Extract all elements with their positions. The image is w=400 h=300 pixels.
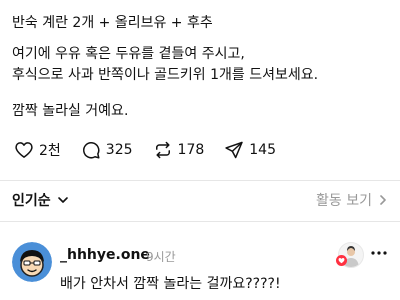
chevron-down-icon: [57, 197, 68, 203]
activity-label: 활동 보기: [316, 193, 372, 209]
like-button[interactable]: 2천: [14, 140, 61, 160]
comment-text: 배가 안차서 깜짝 놀라는 걸까요????!: [60, 276, 281, 292]
post-line: 여기에 우유 혹은 두유를 곁들여 주시고,: [12, 46, 245, 62]
comment-icon: [82, 142, 100, 159]
chevron-right-icon: [380, 195, 386, 205]
thread-view: 반숙 계란 2개 + 올리브유 + 후추 여기에 우유 혹은 두유를 곁들여 주…: [0, 0, 400, 300]
repost-button[interactable]: 178: [153, 140, 205, 160]
post-line: 깜짝 놀라실 거예요.: [12, 103, 129, 119]
like-count: 2천: [39, 143, 61, 159]
share-button[interactable]: 145: [224, 140, 276, 160]
repost-count: 178: [177, 142, 205, 158]
avatar-image: [12, 242, 52, 282]
post-line: 반숙 계란 2개 + 올리브유 + 후추: [12, 15, 213, 31]
comment-item: _hhhye.one 9시간 배가 안차서 깜짝 놀라는 걸까요????!: [12, 234, 388, 300]
comment-count: 325: [105, 142, 133, 158]
avatar[interactable]: [12, 242, 52, 282]
share-count: 145: [249, 142, 276, 158]
post-line: 후식으로 사과 반쪽이나 골드키위 1개를 드셔보세요.: [12, 67, 319, 83]
view-activity-link[interactable]: 활동 보기: [316, 190, 388, 210]
share-icon: [225, 141, 243, 159]
comment-button[interactable]: 325: [81, 140, 133, 160]
heart-icon: [15, 142, 33, 158]
comment-author[interactable]: _hhhye.one: [60, 247, 150, 263]
sort-label: 인기순: [12, 193, 51, 209]
divider: [0, 180, 400, 181]
repost-icon: [155, 141, 170, 159]
post-actions: 2천 325 178 145: [14, 138, 296, 162]
comment-timestamp: 9시간: [146, 250, 176, 264]
more-options-icon[interactable]: [370, 248, 388, 258]
divider: [0, 221, 400, 222]
sort-row: 인기순 활동 보기: [12, 188, 388, 212]
like-badge-icon: [336, 255, 347, 266]
sort-dropdown[interactable]: 인기순: [12, 190, 69, 210]
